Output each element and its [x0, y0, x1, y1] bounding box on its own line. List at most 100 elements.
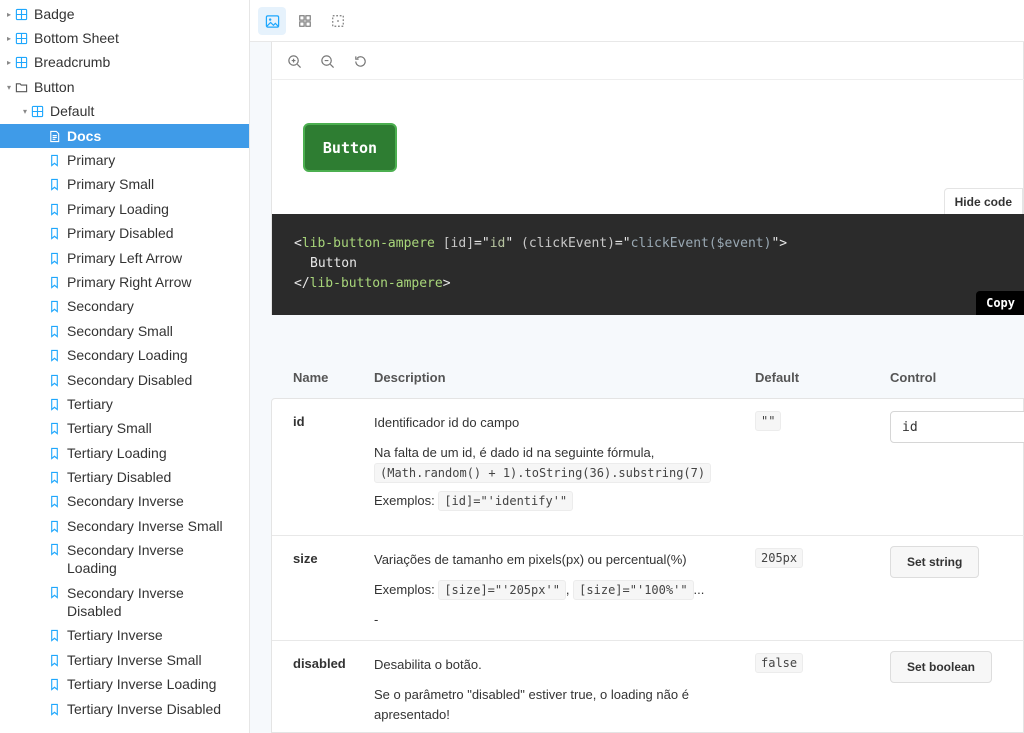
chevron-down-icon[interactable]: ▾ — [19, 107, 31, 116]
examples-label: Exemplos: — [374, 493, 435, 508]
sidebar-item-secondary-inverse-disabled[interactable]: Secondary Inverse Disabled — [0, 581, 249, 623]
arg-desc-line: Variações de tamanho em pixels(px) ou pe… — [374, 552, 687, 567]
sidebar-item-label: Bottom Sheet — [34, 30, 119, 46]
code-line-1: <lib-button-ampere [id]="id" (clickEvent… — [294, 236, 788, 251]
sidebar-item-label: Tertiary Disabled — [67, 469, 172, 485]
sidebar-item-secondary-inverse-small[interactable]: Secondary Inverse Small — [0, 514, 249, 538]
sidebar-item-tertiary-inverse[interactable]: Tertiary Inverse — [0, 623, 249, 647]
code-open-tag: lib-button-ampere — [301, 236, 435, 251]
sidebar-item-secondary-loading[interactable]: Secondary Loading — [0, 343, 249, 367]
main-panel: Button Hide code <lib-button-ampere [id]… — [250, 0, 1024, 733]
sidebar-item-secondary[interactable]: Secondary — [0, 294, 249, 318]
zoom-out-icon[interactable] — [318, 52, 336, 70]
chevron-right-icon[interactable]: ▸ — [3, 10, 15, 19]
zoom-toolbar — [272, 42, 1024, 80]
bookmark-icon — [48, 154, 61, 167]
sidebar-item-bottom-sheet[interactable]: ▸ Bottom Sheet — [0, 26, 249, 50]
header-control: Control — [890, 370, 937, 385]
copy-button[interactable]: Copy — [976, 291, 1024, 315]
sidebar-item-label: Secondary Inverse Small — [67, 518, 223, 534]
bookmark-icon — [48, 654, 61, 667]
sidebar-item-tertiary-small[interactable]: Tertiary Small — [0, 416, 249, 440]
set-string-button[interactable]: Set string — [890, 546, 980, 578]
outline-icon[interactable] — [324, 7, 352, 35]
arg-description: Desabilita o botão. Se o parâmetro "disa… — [374, 655, 719, 733]
default-value: false — [755, 653, 804, 673]
sidebar-item-tertiary-inverse-disabled[interactable]: Tertiary Inverse Disabled — [0, 697, 249, 721]
sidebar-item-label: Secondary Loading — [67, 347, 188, 363]
code-block: <lib-button-ampere [id]="id" (clickEvent… — [272, 214, 1024, 315]
sidebar-item-label: Docs — [67, 128, 102, 144]
sidebar-item-default[interactable]: ▾ Default — [0, 99, 249, 123]
bookmark-icon — [48, 447, 61, 460]
arg-name: id — [293, 414, 305, 429]
sidebar-item-primary-left-arrow[interactable]: Primary Left Arrow — [0, 246, 249, 270]
sidebar-item-tertiary-inverse-loading[interactable]: Tertiary Inverse Loading — [0, 672, 249, 696]
sidebar-item-label: Secondary Inverse Loading — [67, 542, 184, 576]
set-boolean-button[interactable]: Set boolean — [890, 651, 993, 683]
sidebar-item-primary-disabled[interactable]: Primary Disabled — [0, 221, 249, 245]
sidebar-item-primary-small[interactable]: Primary Small — [0, 172, 249, 196]
sidebar-item-breadcrumb[interactable]: ▸ Breadcrumb — [0, 50, 249, 74]
chevron-right-icon[interactable]: ▸ — [3, 58, 15, 67]
sidebar-item-docs[interactable]: Docs — [0, 124, 249, 148]
arg-desc-line: Na falta de um id, é dado id na seguinte… — [374, 445, 655, 460]
id-input[interactable]: id — [890, 411, 1024, 443]
sidebar-item-label: Badge — [34, 6, 75, 22]
arg-description: Variações de tamanho em pixels(px) ou pe… — [374, 550, 754, 640]
arg-description: Identificador id do campo Na falta de um… — [374, 413, 744, 521]
arg-desc-line: Identificador id do campo — [374, 415, 520, 430]
sidebar-item-tertiary-loading[interactable]: Tertiary Loading — [0, 441, 249, 465]
args-table-body: id Identificador id do campo Na falta de… — [271, 398, 1024, 733]
code-chip: [size]="'100%'" — [573, 580, 694, 600]
sidebar-item-primary-loading[interactable]: Primary Loading — [0, 197, 249, 221]
code-attr: (clickEvent) — [521, 236, 615, 251]
sidebar-item-secondary-inverse-loading[interactable]: Secondary Inverse Loading — [0, 538, 249, 580]
sidebar-item-label: Tertiary Inverse Disabled — [67, 701, 222, 717]
bookmark-icon — [48, 586, 61, 599]
zoom-in-icon[interactable] — [285, 52, 303, 70]
bookmark-icon — [48, 422, 61, 435]
sidebar-item-label: Primary Small — [67, 176, 155, 192]
bookmark-icon — [48, 629, 61, 642]
bookmark-icon — [48, 398, 61, 411]
canvas-view-icon[interactable] — [258, 7, 286, 35]
component-icon — [31, 105, 44, 118]
grid-icon[interactable] — [291, 7, 319, 35]
sidebar-item-button[interactable]: ▾ Button — [0, 75, 249, 99]
chevron-down-icon[interactable]: ▾ — [3, 83, 15, 92]
demo-button[interactable]: Button — [303, 123, 397, 172]
sidebar-item-tertiary[interactable]: Tertiary — [0, 392, 249, 416]
hide-code-button[interactable]: Hide code — [943, 188, 1023, 214]
sidebar-item-badge[interactable]: ▸ Badge — [0, 2, 249, 26]
reset-zoom-icon[interactable] — [351, 52, 369, 70]
sidebar-item-primary[interactable]: Primary — [0, 148, 249, 172]
sidebar-item-label: Default — [50, 103, 95, 119]
code-value: clickEvent($event) — [630, 236, 772, 251]
table-row: id Identificador id do campo Na falta de… — [272, 399, 1024, 536]
sidebar-item-secondary-disabled[interactable]: Secondary Disabled — [0, 368, 249, 392]
sidebar-item-tertiary-disabled[interactable]: Tertiary Disabled — [0, 465, 249, 489]
bookmark-icon — [48, 543, 61, 556]
bookmark-icon — [48, 252, 61, 265]
sidebar-item-secondary-small[interactable]: Secondary Small — [0, 319, 249, 343]
sidebar: ▸ Badge ▸ Bottom Sheet ▸ Breadcrumb ▾ Button ▾ De… — [0, 0, 250, 733]
code-chip: [size]="'205px'" — [438, 580, 566, 600]
sidebar-item-primary-right-arrow[interactable]: Primary Right Arrow — [0, 270, 249, 294]
sidebar-item-secondary-inverse[interactable]: Secondary Inverse — [0, 489, 249, 513]
chevron-right-icon[interactable]: ▸ — [3, 34, 15, 43]
sidebar-item-label: Button — [34, 79, 75, 95]
arg-desc-line: Se o parâmetro "disabled" estiver true, … — [374, 687, 689, 722]
sidebar-item-label: Secondary Disabled — [67, 372, 193, 388]
bookmark-icon — [48, 495, 61, 508]
bookmark-icon — [48, 520, 61, 533]
arg-name: disabled — [293, 656, 346, 671]
default-value: 205px — [755, 548, 804, 568]
sidebar-item-tertiary-inverse-small[interactable]: Tertiary Inverse Small — [0, 648, 249, 672]
code-line-2: Button — [310, 256, 357, 271]
bookmark-icon — [48, 203, 61, 216]
sidebar-item-label: Tertiary — [67, 396, 113, 412]
dash: - — [374, 612, 379, 627]
code-value: id — [489, 236, 506, 251]
code-chip: [id]="'identify'" — [438, 491, 574, 511]
